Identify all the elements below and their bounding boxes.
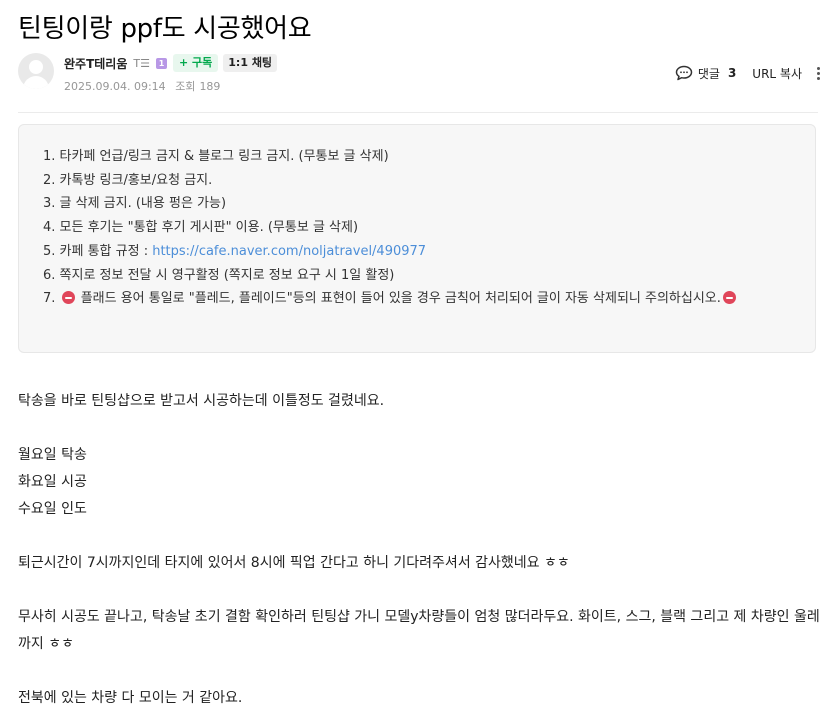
- rule-item: 6. 쪽지로 정보 전달 시 영구활정 (쪽지로 정보 요구 시 1일 활정): [43, 267, 395, 283]
- body-paragraph: 월요일 탁송: [18, 447, 87, 463]
- body-paragraph: 퇴근시간이 7시까지인데 타지에 있어서 8시에 픽업 간다고 하니 기다려주셔…: [18, 555, 570, 571]
- speech-bubble-icon: [675, 65, 693, 81]
- body-paragraph: 탁송을 바로 틴팅샵으로 받고서 시공하는데 이틀정도 걸렸네요.: [18, 393, 385, 409]
- rules-list: 1. 타카페 언급/링크 금지 & 블로그 링크 금지. (무통보 글 삭제) …: [19, 125, 815, 311]
- rule-item: 3. 글 삭제 금지. (내용 펑은 가능): [43, 196, 227, 212]
- rule-item: 5. 카페 통합 규정 : https://cafe.naver.com/nol…: [43, 240, 791, 264]
- body-paragraph: 전북에 있는 차량 다 모이는 거 같아요.: [18, 690, 243, 706]
- rule-text: 플래드 용어 통일로 "플레드, 플레이드"등의 표현이 들어 있을 경우 금칙…: [80, 291, 721, 307]
- no-entry-icon: [722, 291, 736, 305]
- views-count: 189: [199, 80, 221, 93]
- author-level-text: T☰: [133, 56, 150, 70]
- author-level-badge: 1: [155, 57, 167, 69]
- body-paragraph: 수요일 인도: [18, 501, 87, 517]
- views-label: 조회: [175, 80, 196, 93]
- subscribe-button[interactable]: + 구독: [172, 54, 219, 72]
- cafe-rules-notice: 1. 타카페 언급/링크 금지 & 블로그 링크 금지. (무통보 글 삭제) …: [18, 124, 816, 353]
- post-body: 탁송을 바로 틴팅샵으로 받고서 시공하는데 이틀정도 걸렸네요. 월요일 탁송…: [18, 388, 824, 712]
- more-options-button[interactable]: [812, 66, 824, 80]
- post-page: 틴팅이랑 ppf도 시공했어요 완주T테리움 T☰ 1 + 구독 1:1 채팅 …: [0, 0, 824, 723]
- author-name[interactable]: 완주T테리움: [64, 55, 127, 72]
- rule-text: 5. 카페 통합 규정 :: [43, 243, 153, 259]
- comment-label: 댓글: [697, 66, 720, 81]
- author-avatar[interactable]: [18, 53, 54, 89]
- post-date: 2025.09.04. 09:14: [64, 80, 166, 93]
- rule-link[interactable]: https://cafe.naver.com/noljatravel/49097…: [152, 244, 426, 259]
- rule-number: 7.: [43, 291, 60, 307]
- rule-item: 4. 모든 후기는 "통합 후기 게시판" 이용. (무통보 글 삭제): [43, 220, 359, 236]
- comment-count: 3: [727, 66, 737, 80]
- post-meta: 2025.09.04. 09:14 조회 189: [64, 78, 220, 94]
- avatar-body-shape: [23, 76, 49, 89]
- rule-item: 1. 타카페 언급/링크 금지 & 블로그 링크 금지. (무통보 글 삭제): [43, 149, 389, 164]
- body-paragraph: 무사히 시공도 끝나고, 탁송날 초기 결함 확인하러 틴팅샵 가니 모델y차량…: [18, 609, 820, 652]
- vertical-dots-icon: [816, 66, 820, 70]
- url-copy-button[interactable]: URL 복사: [752, 65, 802, 82]
- body-paragraph: 화요일 시공: [18, 474, 87, 490]
- rule-item: 7. 플래드 용어 통일로 "플레드, 플레이드"등의 표현이 들어 있을 경우…: [43, 287, 791, 311]
- chat-button[interactable]: 1:1 채팅: [223, 54, 278, 72]
- header-divider: [18, 112, 818, 113]
- no-entry-icon: [61, 291, 75, 305]
- rule-item: 2. 카톡방 링크/홍보/요청 금지.: [43, 172, 213, 188]
- post-title: 틴팅이랑 ppf도 시공했어요: [18, 14, 312, 44]
- comment-button[interactable]: 댓글 3: [675, 65, 736, 82]
- post-tools: 댓글 3 URL 복사: [675, 62, 824, 84]
- avatar-head-shape: [29, 60, 43, 74]
- author-row: 완주T테리움 T☰ 1 + 구독 1:1 채팅: [64, 54, 278, 72]
